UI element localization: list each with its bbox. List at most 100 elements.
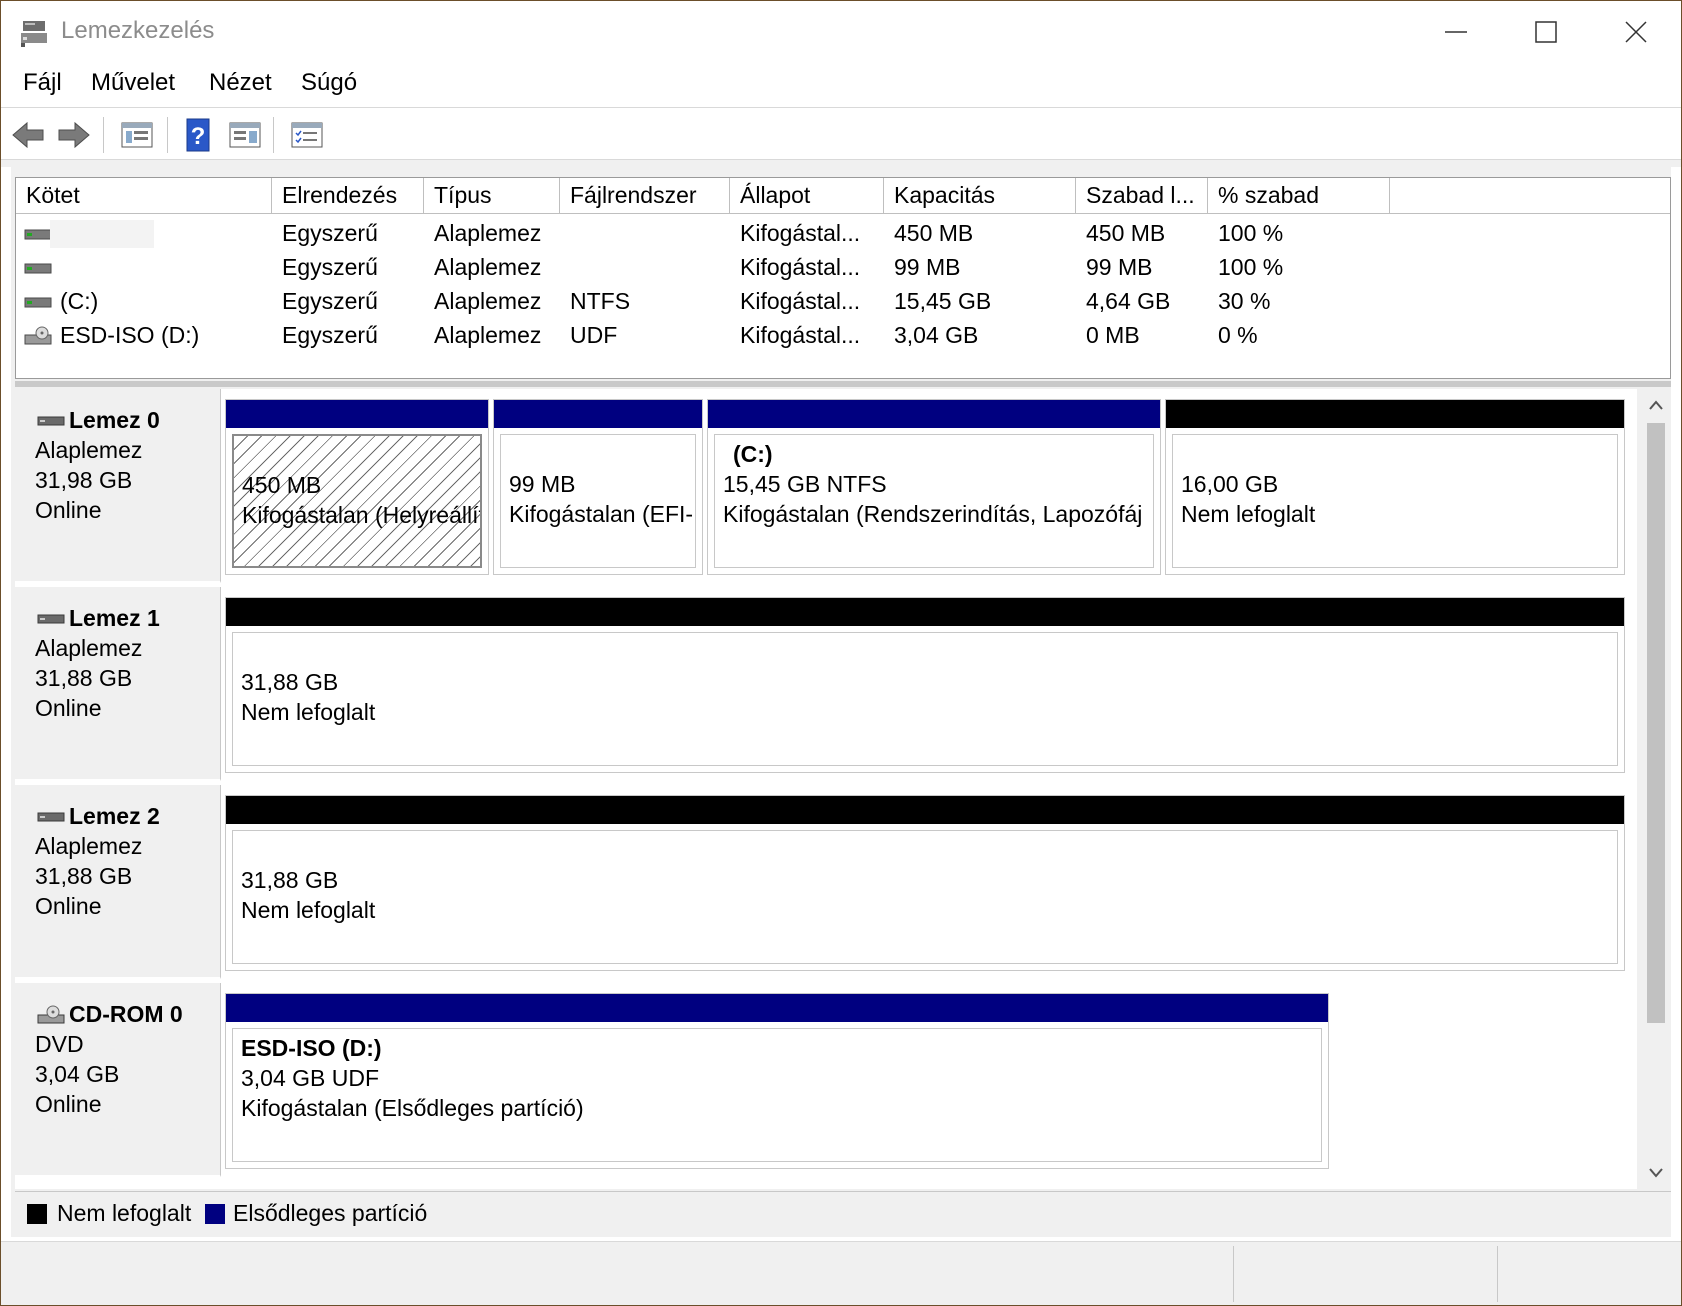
volume-name-cell [50,250,272,284]
filesystem-cell: NTFS [570,288,631,314]
menu-view[interactable]: Nézet [209,69,272,97]
minimize-button[interactable] [1411,9,1501,55]
partition-d[interactable]: ESD-ISO (D:) 3,04 GB UDF Kifogástalan (E… [225,993,1329,1169]
maximize-icon [1535,21,1557,43]
status-cell: Kifogástal... [740,254,861,280]
window-title: Lemezkezelés [61,17,215,44]
cd-drive-icon [24,326,52,345]
column-header-layout[interactable]: Elrendezés [272,178,424,214]
drive-icon [24,297,52,308]
menu-file[interactable]: Fájl [23,69,62,97]
disk-label[interactable]: Lemez 2 Alaplemez 31,88 GB Online [15,785,221,979]
close-button[interactable] [1591,9,1681,55]
column-header-filesystem[interactable]: Fájlrendszer [560,178,730,214]
status-cell: Kifogástal... [740,220,861,246]
capacity-cell: 99 MB [894,254,961,280]
partition-unallocated[interactable]: 31,88 GB Nem lefoglalt [225,795,1625,971]
disk-row: CD-ROM 0 DVD 3,04 GB Online ESD-ISO (D:)… [15,983,1637,1177]
partition-status: Kifogástalan (Rendszerindítás, Lapozófáj [723,501,1143,527]
partition-size: 15,45 GB NTFS [723,471,887,497]
menu-action[interactable]: Művelet [91,69,175,97]
disk-label[interactable]: Lemez 0 Alaplemez 31,98 GB Online [15,389,221,583]
partition-body: 16,00 GB Nem lefoglalt [1172,434,1618,568]
minimize-icon [1445,31,1467,33]
disk-icon [37,614,65,624]
disk-name: Lemez 1 [69,605,160,631]
column-header-free-space[interactable]: Szabad l... [1076,178,1208,214]
toolbar-separator [103,117,104,153]
pane-splitter[interactable] [15,381,1671,387]
title-bar[interactable]: Lemezkezelés [1,1,1681,63]
maximize-button[interactable] [1501,9,1591,55]
volume-row[interactable]: Egyszerű Alaplemez Kifogástal... 450 MB … [16,216,1670,250]
status-cell: Kifogástal... [740,288,861,314]
status-separator [1233,1246,1234,1302]
capacity-cell: 3,04 GB [894,322,979,348]
partition-status: Kifogástalan (EFI- [509,501,694,527]
close-icon [1625,21,1647,43]
legend-swatch-unallocated [27,1204,47,1224]
volume-name-cell: (C:) [60,288,99,314]
disk-status: Online [35,893,102,919]
disk-size: 31,98 GB [35,467,133,493]
percent-free-cell: 100 % [1218,254,1284,280]
scroll-down-icon[interactable] [1647,1165,1665,1181]
capacity-cell: 450 MB [894,220,974,246]
vertical-scrollbar[interactable] [1639,389,1671,1189]
scroll-up-icon[interactable] [1647,397,1665,413]
forward-button[interactable] [55,117,91,153]
partition-recovery[interactable]: 450 MB Kifogástalan (Helyreállít [225,399,489,575]
help-button[interactable]: ? [181,117,217,153]
help-icon: ? [186,118,210,152]
partition-efi[interactable]: 99 MB Kifogástalan (EFI- [493,399,703,575]
scrollbar-thumb[interactable] [1647,423,1665,1023]
partition-unallocated[interactable]: 31,88 GB Nem lefoglalt [225,597,1625,773]
partition-c[interactable]: (C:) 15,45 GB NTFS Kifogástalan (Rendsze… [707,399,1161,575]
status-bar [1,1241,1681,1305]
partition-status: Nem lefoglalt [1181,501,1316,527]
column-header-volume[interactable]: Kötet [16,178,272,214]
properties-button[interactable] [227,117,263,153]
partition-type-bar [226,994,1328,1022]
partition-title: (C:) [733,441,773,467]
disk-management-app-icon [21,21,47,47]
disk-size: 31,88 GB [35,665,133,691]
back-button[interactable] [11,117,47,153]
volume-row[interactable]: Egyszerű Alaplemez Kifogástal... 99 MB 9… [16,250,1670,284]
disk-map: Lemez 0 Alaplemez 31,98 GB Online 450 MB… [15,389,1637,1189]
disk-icon [37,812,65,822]
type-cell: Alaplemez [434,288,542,314]
column-header-type[interactable]: Típus [424,178,560,214]
disk-size: 31,88 GB [35,863,133,889]
disk-name: Lemez 2 [69,803,160,829]
disk-status: Online [35,497,102,523]
disk-name: Lemez 0 [69,407,160,433]
volume-row[interactable]: (C:) Egyszerű Alaplemez NTFS Kifogástal.… [16,284,1670,318]
volume-name-cell: ESD-ISO (D:) [60,322,200,348]
filesystem-cell [560,216,730,250]
capacity-cell: 15,45 GB [894,288,992,314]
checklist-button[interactable] [289,117,325,153]
type-cell: Alaplemez [434,322,542,348]
disk-name: CD-ROM 0 [69,1001,183,1027]
drive-icon [24,263,52,274]
column-header-status[interactable]: Állapot [730,178,884,214]
disk-management-window: Lemezkezelés Fájl Művelet Nézet Súgó ? K… [0,0,1682,1306]
layout-cell: Egyszerű [282,288,378,314]
properties-icon [229,122,261,148]
volume-row[interactable]: ESD-ISO (D:) Egyszerű Alaplemez UDF Kifo… [16,318,1670,352]
partition-size: 31,88 GB [241,867,339,893]
disk-list-button[interactable] [119,117,155,153]
disk-label[interactable]: CD-ROM 0 DVD 3,04 GB Online [15,983,221,1177]
disk-size: 3,04 GB [35,1061,120,1087]
partition-body: ESD-ISO (D:) 3,04 GB UDF Kifogástalan (E… [232,1028,1322,1162]
toolbar-divider [1,159,1681,167]
disk-label[interactable]: Lemez 1 Alaplemez 31,88 GB Online [15,587,221,781]
volume-list: Kötet Elrendezés Típus Fájlrendszer Álla… [15,177,1671,379]
column-header-percent-free[interactable]: % szabad [1208,178,1390,214]
disk-type: Alaplemez [35,833,143,859]
partition-unallocated[interactable]: 16,00 GB Nem lefoglalt [1165,399,1625,575]
partition-body: 31,88 GB Nem lefoglalt [232,632,1618,766]
column-header-capacity[interactable]: Kapacitás [884,178,1076,214]
menu-help[interactable]: Súgó [301,69,357,97]
